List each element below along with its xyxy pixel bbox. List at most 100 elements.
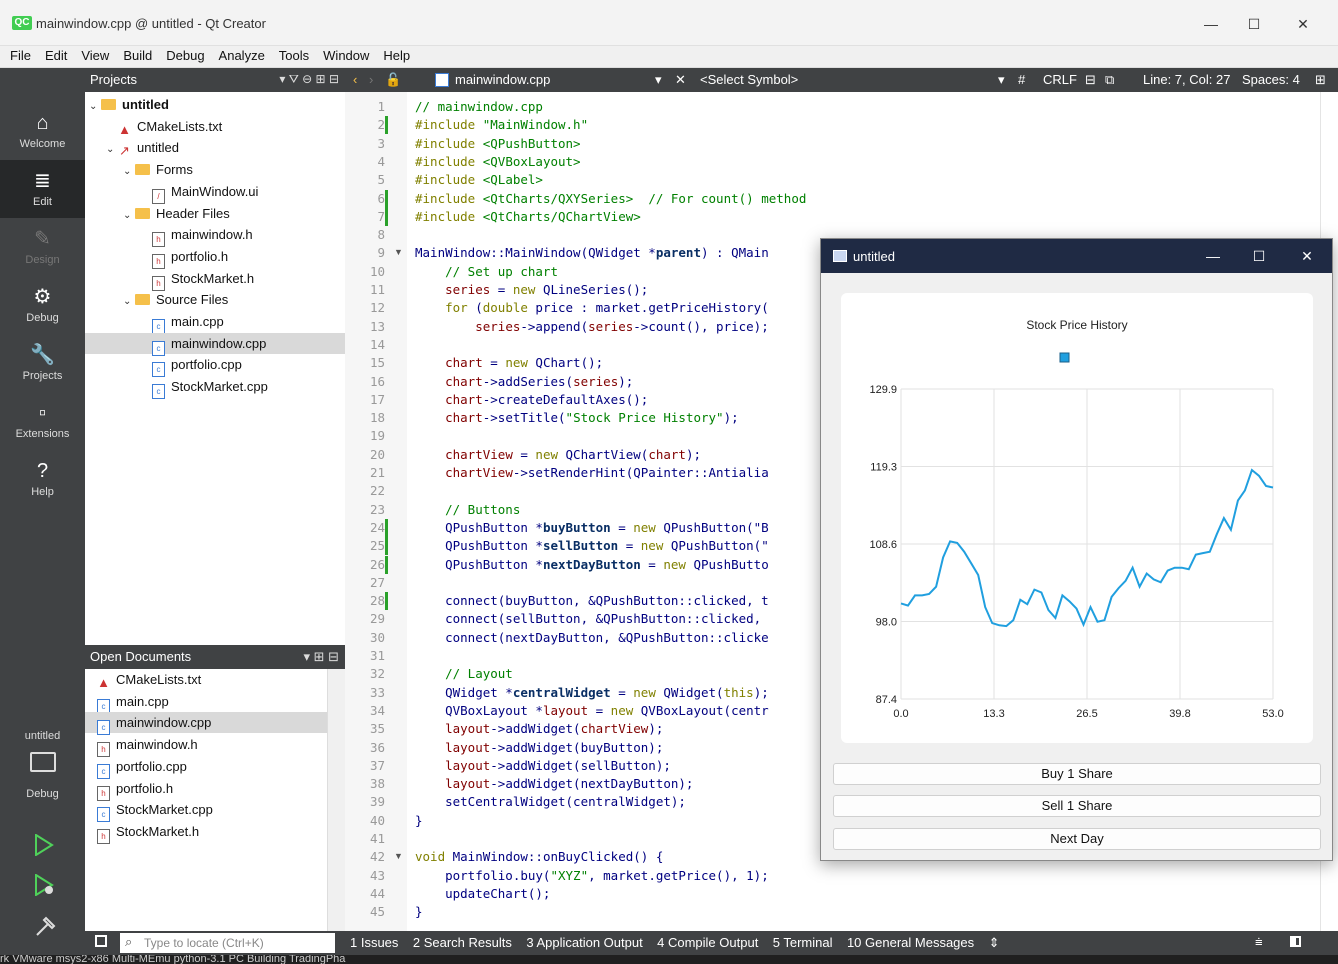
mode-welcome[interactable]: ⌂ Welcome xyxy=(0,102,85,160)
app-close-button[interactable]: ✕ xyxy=(1293,245,1321,267)
expand-arrow-icon[interactable]: ⌄ xyxy=(123,291,135,312)
cursor-position[interactable]: Line: 7, Col: 27 xyxy=(1143,72,1230,87)
tree-item[interactable]: ⌄ untitled xyxy=(85,94,345,115)
code-line[interactable]: #include <QPushButton> xyxy=(415,135,581,153)
open-documents-scrollbar[interactable] xyxy=(327,669,345,931)
split-icon[interactable]: ⊟ xyxy=(1085,72,1096,88)
code-line[interactable]: layout->addWidget(chartView); xyxy=(415,720,663,738)
code-line[interactable]: setCentralWidget(centralWidget); xyxy=(415,793,686,811)
menu-tools[interactable]: Tools xyxy=(272,46,316,66)
code-line[interactable]: chartView->setRenderHint(QPainter::Antia… xyxy=(415,464,769,482)
symbol-selector[interactable]: <Select Symbol> xyxy=(700,72,798,87)
buy-button[interactable]: Buy 1 Share xyxy=(833,763,1321,785)
fold-arrow-icon[interactable]: ▼ xyxy=(394,851,403,861)
output-progress-icon[interactable]: ⩧ xyxy=(1255,934,1263,950)
menu-file[interactable]: File xyxy=(0,46,38,66)
tree-item[interactable]: / MainWindow.ui xyxy=(85,181,345,204)
expand-arrow-icon[interactable]: ⌄ xyxy=(123,205,135,226)
editor-hash[interactable]: # xyxy=(1018,72,1025,87)
mode-projects[interactable]: 🔧 Projects xyxy=(0,334,85,392)
code-line[interactable]: void MainWindow::onBuyClicked() { xyxy=(415,848,663,866)
tree-item[interactable]: h StockMarket.h xyxy=(85,268,345,291)
tree-item[interactable]: ⌄ ↗ untitled xyxy=(85,137,345,160)
tree-item[interactable]: ⌄ Forms xyxy=(85,159,345,180)
code-line[interactable]: QWidget *centralWidget = new QWidget(thi… xyxy=(415,684,769,702)
mode-extensions[interactable]: ▫ Extensions xyxy=(0,392,85,450)
editor-file-name[interactable]: mainwindow.cpp xyxy=(455,72,550,87)
tab-application-output[interactable]: 3 Application Output xyxy=(526,935,642,950)
code-line[interactable]: connect(sellButton, &QPushButton::clicke… xyxy=(415,610,769,628)
code-line[interactable]: chartView = new QChartView(chart); xyxy=(415,446,701,464)
more-tabs-icon[interactable]: ⇕ xyxy=(989,935,1000,950)
tab-compile-output[interactable]: 4 Compile Output xyxy=(657,935,758,950)
code-line[interactable]: updateChart(); xyxy=(415,885,550,903)
run-icon[interactable] xyxy=(34,834,54,856)
menu-edit[interactable]: Edit xyxy=(38,46,74,66)
app-maximize-button[interactable]: ☐ xyxy=(1245,245,1273,267)
fold-arrow-icon[interactable]: ▼ xyxy=(394,247,403,257)
build-hammer-icon[interactable] xyxy=(34,916,56,938)
code-line[interactable]: // Buttons xyxy=(415,501,520,519)
mode-edit[interactable]: ≣ Edit xyxy=(0,160,85,218)
code-line[interactable]: #include <QtCharts/QXYSeries> // For cou… xyxy=(415,190,806,208)
open-document-item[interactable]: h portfolio.h xyxy=(85,778,327,801)
menu-help[interactable]: Help xyxy=(376,46,417,66)
expand-arrow-icon[interactable]: ⌄ xyxy=(123,161,135,182)
tree-item[interactable]: ▲ CMakeLists.txt xyxy=(85,116,345,138)
code-line[interactable]: series = new QLineSeries(); xyxy=(415,281,648,299)
code-line[interactable]: QPushButton *buyButton = new QPushButton… xyxy=(415,519,769,537)
tab-general-messages[interactable]: 10 General Messages xyxy=(847,935,974,950)
locator-input[interactable]: Type to locate (Ctrl+K) xyxy=(120,933,335,953)
expand-arrow-icon[interactable]: ⌄ xyxy=(106,139,118,160)
code-line[interactable]: #include <QLabel> xyxy=(415,171,543,189)
code-line[interactable]: chart->setTitle("Stock Price History"); xyxy=(415,409,739,427)
tab-issues[interactable]: 1 Issues xyxy=(350,935,398,950)
code-line[interactable]: layout->addWidget(nextDayButton); xyxy=(415,775,693,793)
split-editor-icon[interactable]: ⊞ xyxy=(1315,72,1326,88)
sell-button[interactable]: Sell 1 Share xyxy=(833,795,1321,817)
forward-arrow-icon[interactable]: › xyxy=(369,72,373,87)
mode-debug[interactable]: ⚙ Debug xyxy=(0,276,85,334)
code-line[interactable]: for (double price : market.getPriceHisto… xyxy=(415,299,769,317)
code-line[interactable]: connect(buyButton, &QPushButton::clicked… xyxy=(415,592,769,610)
tree-item[interactable]: h mainwindow.h xyxy=(85,224,345,248)
tree-item[interactable]: c main.cpp xyxy=(85,311,345,334)
open-document-item[interactable]: c mainwindow.cpp xyxy=(85,712,327,736)
tab-search-results[interactable]: 2 Search Results xyxy=(413,935,512,950)
minimize-button[interactable]: — xyxy=(1196,12,1226,36)
code-line[interactable]: // mainwindow.cpp xyxy=(415,98,543,116)
monitor-icon[interactable] xyxy=(30,752,56,772)
output-pane-toggle-icon[interactable] xyxy=(1290,936,1301,947)
code-line[interactable]: layout->addWidget(sellButton); xyxy=(415,757,671,775)
code-line[interactable]: QVBoxLayout *layout = new QVBoxLayout(ce… xyxy=(415,702,769,720)
close-document-icon[interactable]: ✕ xyxy=(675,72,686,88)
code-line[interactable]: layout->addWidget(buyButton); xyxy=(415,739,663,757)
open-document-item[interactable]: ▲ CMakeLists.txt xyxy=(85,669,327,691)
open-document-item[interactable]: h StockMarket.h xyxy=(85,821,327,844)
file-dropdown-icon[interactable]: ▾ xyxy=(655,72,662,88)
menu-build[interactable]: Build xyxy=(116,46,159,66)
code-line[interactable]: } xyxy=(415,903,423,921)
open-document-item[interactable]: h mainwindow.h xyxy=(85,734,327,758)
menu-window[interactable]: Window xyxy=(316,46,376,66)
projects-toolbar-icons[interactable]: ▾ ⛛ ⊖ ⊞ ⊟ xyxy=(279,72,339,87)
toggle-sidebar-icon[interactable] xyxy=(95,935,107,947)
next-day-button[interactable]: Next Day xyxy=(833,828,1321,850)
code-line[interactable]: chart->createDefaultAxes(); xyxy=(415,391,648,409)
menu-analyze[interactable]: Analyze xyxy=(212,46,272,66)
code-line[interactable]: #include <QtCharts/QChartView> xyxy=(415,208,641,226)
code-line[interactable]: // Layout xyxy=(415,665,513,683)
code-line[interactable]: QPushButton *sellButton = new QPushButto… xyxy=(415,537,769,555)
open-document-item[interactable]: c StockMarket.cpp xyxy=(85,799,327,823)
code-line[interactable]: } xyxy=(415,812,423,830)
code-line[interactable]: // Set up chart xyxy=(415,263,558,281)
tree-item[interactable]: c mainwindow.cpp xyxy=(85,332,345,356)
mode-help[interactable]: ? Help xyxy=(0,450,85,508)
open-document-item[interactable]: c main.cpp xyxy=(85,691,327,714)
maximize-button[interactable]: ☐ xyxy=(1239,12,1269,36)
tree-item[interactable]: c StockMarket.cpp xyxy=(85,376,345,400)
code-line[interactable]: connect(nextDayButton, &QPushButton::cli… xyxy=(415,629,769,647)
tree-item[interactable]: ⌄ Source Files xyxy=(85,289,345,310)
open-documents-title[interactable]: Open Documents xyxy=(90,649,191,664)
tree-item[interactable]: c portfolio.cpp xyxy=(85,354,345,378)
